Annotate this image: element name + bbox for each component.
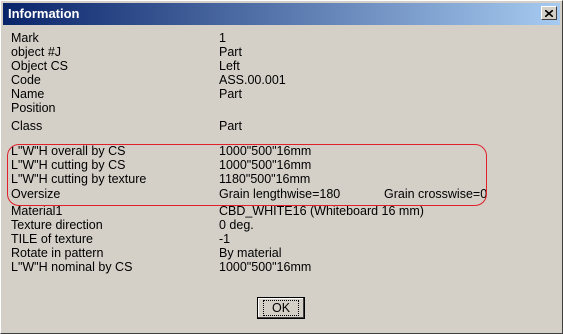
information-dialog: Information Mark 1 object #J Part Object…: [0, 0, 563, 334]
row-value: 1: [219, 31, 226, 45]
row-value: CBD_WHITE16 (Whiteboard 16 mm): [219, 204, 424, 218]
row-value: Left: [219, 59, 240, 73]
row-label: Material1: [11, 204, 63, 218]
row-label: Name: [11, 87, 45, 101]
row-value: By material: [219, 246, 282, 260]
row-label: L"W"H nominal by CS: [11, 260, 133, 274]
row-label: Texture direction: [11, 218, 103, 232]
title-bar[interactable]: Information: [3, 3, 560, 25]
row-value: Grain lengthwise=180: [219, 187, 341, 201]
row-label: L"W"H overall by CS: [11, 144, 126, 158]
row-value-secondary: Grain crosswise=0: [384, 187, 488, 201]
row-label: L"W"H cutting by CS: [11, 158, 126, 172]
row-label: Object CS: [11, 59, 68, 73]
ok-button-label: OK: [262, 300, 300, 316]
row-label: Rotate in pattern: [11, 246, 104, 260]
row-label: Oversize: [11, 187, 61, 201]
row-value: ASS.00.001: [219, 73, 286, 87]
close-icon: [545, 9, 553, 17]
ok-button[interactable]: OK: [257, 297, 305, 319]
row-label: Class: [11, 119, 43, 133]
row-value: 1000"500"16mm: [219, 158, 312, 172]
close-button[interactable]: [541, 6, 557, 20]
row-value: 0 deg.: [219, 218, 254, 232]
row-label: object #J: [11, 45, 62, 59]
row-value: Part: [219, 119, 242, 133]
row-value: Part: [219, 45, 242, 59]
row-value: 1000"500"16mm: [219, 260, 312, 274]
window-title: Information: [8, 6, 80, 21]
row-value: Part: [219, 87, 242, 101]
row-value: 1180"500"16mm: [219, 172, 311, 186]
row-label: Position: [11, 101, 56, 115]
row-label: TILE of texture: [11, 232, 93, 246]
info-content: Mark 1 object #J Part Object CS Left Cod…: [3, 27, 560, 331]
row-value: 1000"500"16mm: [219, 144, 312, 158]
row-label: Mark: [11, 31, 39, 45]
row-label: Code: [11, 73, 41, 87]
row-value: -1: [219, 232, 231, 246]
row-label: L"W"H cutting by texture: [11, 172, 147, 186]
